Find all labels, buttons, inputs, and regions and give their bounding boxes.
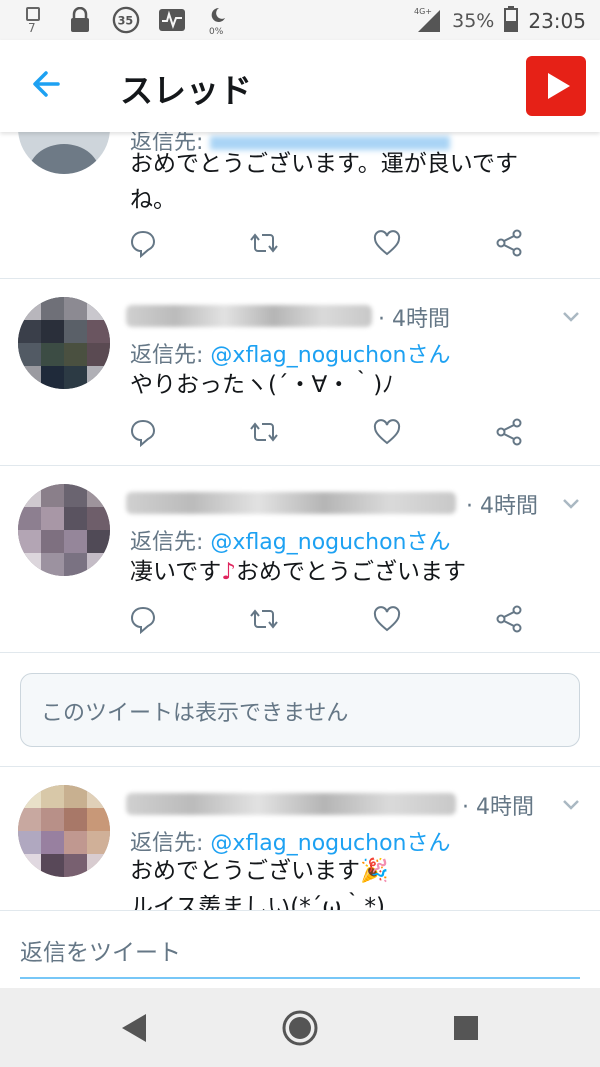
reply-input[interactable]: 返信をツイート xyxy=(20,933,181,967)
tweet-text: おめでとうございます。運が良いです ね。 xyxy=(130,146,570,218)
tweet-actions xyxy=(0,417,600,448)
tweet-time: · 4時間 xyxy=(462,795,534,820)
blurred-username xyxy=(126,793,456,815)
reply-icon[interactable] xyxy=(128,604,158,635)
back-triangle-icon[interactable] xyxy=(112,1006,156,1050)
recents-square-icon[interactable] xyxy=(444,1006,488,1050)
chevron-down-icon[interactable] xyxy=(560,305,582,327)
unavailable-tweet-notice: このツイートは表示できません xyxy=(20,673,580,747)
blurred-username xyxy=(126,492,456,514)
retweet-icon[interactable] xyxy=(248,604,278,634)
share-icon[interactable] xyxy=(494,417,524,447)
battery-percent: 35% xyxy=(452,10,495,32)
reply-icon[interactable] xyxy=(128,417,158,448)
tweet-text-line: おめでとうございます。運が良いです xyxy=(130,151,519,177)
arrow-left-icon[interactable] xyxy=(28,64,68,104)
music-note-icon: ♪ xyxy=(221,559,236,585)
tweet-text-line: おめでとうございます🎉 xyxy=(130,858,389,884)
svg-text:4G+: 4G+ xyxy=(414,7,432,16)
tweet-text: 凄いです♪おめでとうございます xyxy=(130,554,570,590)
activity-icon xyxy=(158,6,186,34)
tweet-actions xyxy=(0,228,600,259)
tweet[interactable]: · 4時間 返信先: @xflag_noguchonさん やりおったヽ(´・∀・… xyxy=(0,279,600,466)
retweet-icon[interactable] xyxy=(248,417,278,447)
status-icons-left: 7 35 0% xyxy=(20,6,232,35)
tweet-text-part: 凄いです xyxy=(130,559,222,585)
battery-icon xyxy=(504,6,519,36)
blurred-username xyxy=(126,305,372,327)
reply-icon[interactable] xyxy=(128,228,158,259)
svg-text:0%: 0% xyxy=(209,27,224,35)
status-icons-right: 4G+ 35% 23:05 xyxy=(412,6,586,36)
status-bar: 7 35 0% 4G+ 35% 23:05 xyxy=(0,0,600,40)
svg-text:35: 35 xyxy=(118,15,134,28)
tweet-time: · 4時間 xyxy=(466,494,538,519)
tweet-text-line: ルイス羨ましい(*´ω｀*) xyxy=(130,894,386,910)
like-icon[interactable] xyxy=(372,604,402,634)
share-icon[interactable] xyxy=(494,604,524,634)
reply-handle-link[interactable]: @xflag_noguchonさん xyxy=(210,530,450,555)
reply-handle-link[interactable]: @xflag_noguchonさん xyxy=(210,343,450,368)
system-nav-bar xyxy=(0,988,600,1067)
tweet-text: おめでとうございます🎉 ルイス羨ましい(*´ω｀*) xyxy=(130,853,570,910)
tweet-text-line: ね。 xyxy=(130,187,176,213)
moon-0pct-icon: 0% xyxy=(204,6,232,35)
retweet-icon[interactable] xyxy=(248,228,278,258)
app-bar: スレッド xyxy=(0,40,600,132)
avatar[interactable] xyxy=(18,484,110,576)
tweet-actions xyxy=(0,604,600,635)
unavailable-text: このツイートは表示できません xyxy=(41,701,349,726)
input-underline xyxy=(20,977,580,979)
play-glyph xyxy=(548,73,570,99)
svg-text:7: 7 xyxy=(28,21,36,34)
lock-icon xyxy=(66,6,94,34)
clock: 23:05 xyxy=(528,9,586,33)
reply-to: 返信先: @xflag_noguchonさん xyxy=(130,530,451,555)
chevron-down-icon[interactable] xyxy=(560,793,582,815)
youtube-icon[interactable] xyxy=(526,56,586,116)
tweet[interactable]: · 4時間 返信先: @xflag_noguchonさん おめでとうございます🎉… xyxy=(0,767,600,910)
notification-35-icon: 35 xyxy=(112,6,140,34)
chevron-down-icon[interactable] xyxy=(560,492,582,514)
home-circle-icon[interactable] xyxy=(278,1006,322,1050)
tweet-text: やりおったヽ(´・∀・｀)ﾉ xyxy=(130,372,394,398)
tweet-time: · 4時間 xyxy=(378,307,450,332)
tweet[interactable]: · 4時間 返信先: @xflag_noguchonさん 凄いです♪おめでとうご… xyxy=(0,466,600,653)
signal-icon: 4G+ xyxy=(412,6,442,36)
like-icon[interactable] xyxy=(372,228,402,258)
page-title: スレッド xyxy=(120,71,252,110)
tweet-text-part: おめでとうございます xyxy=(236,559,466,585)
avatar[interactable] xyxy=(18,297,110,389)
share-icon[interactable] xyxy=(494,228,524,258)
like-icon[interactable] xyxy=(372,417,402,447)
reply-composer[interactable]: 返信をツイート xyxy=(0,910,600,989)
reply-to: 返信先: @xflag_noguchonさん xyxy=(130,343,451,368)
sim-7-icon: 7 xyxy=(20,6,48,34)
tweet[interactable]: 返信先: おめでとうございます。運が良いです ね。 xyxy=(0,82,600,279)
avatar[interactable] xyxy=(18,785,110,877)
